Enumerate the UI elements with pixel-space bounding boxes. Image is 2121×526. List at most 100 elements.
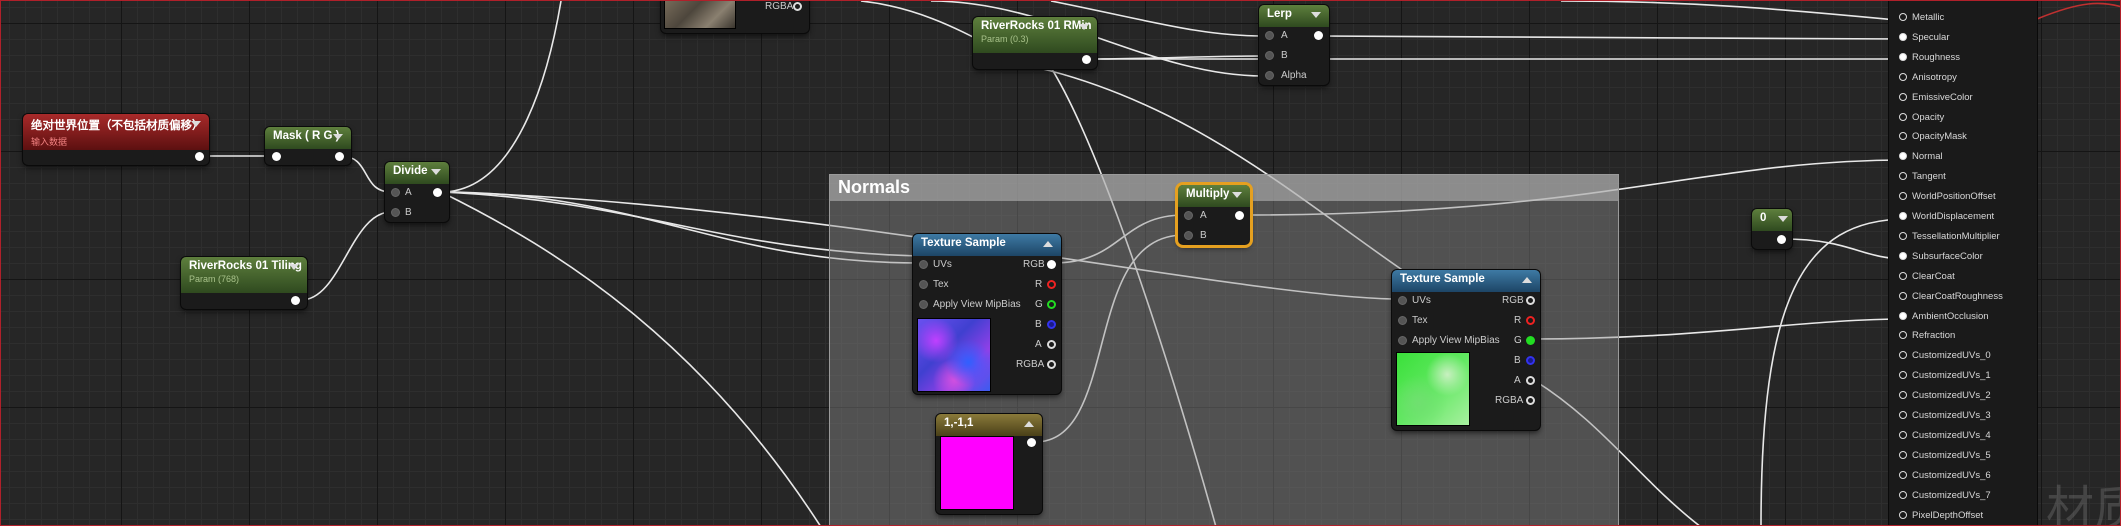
output-pin[interactable] <box>1777 235 1786 244</box>
node-header[interactable]: 绝对世界位置（不包括材质偏移） 输入数据 <box>23 114 209 150</box>
node-header[interactable]: Texture Sample <box>913 234 1061 256</box>
result-pin-row[interactable]: CustomizedUVs_5 <box>1899 450 1991 461</box>
result-pin-row[interactable]: PixelDepthOffset <box>1899 510 1983 521</box>
output-pin[interactable] <box>291 296 300 305</box>
divide-node[interactable]: Divide A B <box>385 162 449 222</box>
result-pin-row[interactable]: ClearCoat <box>1899 271 1955 282</box>
result-pin-row[interactable]: Normal <box>1899 151 1943 162</box>
output-pin[interactable] <box>335 152 344 161</box>
node-header[interactable]: Mask ( R G ) <box>265 127 351 149</box>
constant-vector-node[interactable]: 1,-1,1 <box>936 414 1042 514</box>
mask-rg-node[interactable]: Mask ( R G ) <box>265 127 351 165</box>
input-pin-icon[interactable] <box>1899 271 1907 280</box>
output-pin[interactable] <box>1235 211 1244 220</box>
result-pin-row[interactable]: AmbientOcclusion <box>1899 311 1989 322</box>
collapse-arrow-icon[interactable] <box>191 121 201 127</box>
tex-input-pin[interactable] <box>1398 316 1407 325</box>
result-pin-row[interactable]: CustomizedUVs_0 <box>1899 350 1991 361</box>
r-output-pin[interactable] <box>1047 280 1056 289</box>
collapse-arrow-icon[interactable] <box>1522 277 1532 283</box>
input-pin[interactable] <box>272 152 281 161</box>
output-pin[interactable] <box>195 152 204 161</box>
result-pin-row[interactable]: Opacity <box>1899 112 1944 123</box>
r-output-pin[interactable] <box>1526 316 1535 325</box>
input-pin-icon[interactable] <box>1899 251 1907 260</box>
result-pin-row[interactable]: CustomizedUVs_7 <box>1899 490 1991 501</box>
input-pin-icon[interactable] <box>1899 231 1907 240</box>
constant-zero-node[interactable]: 0 <box>1752 209 1792 249</box>
result-pin-row[interactable]: WorldPositionOffset <box>1899 191 1996 202</box>
collapse-arrow-icon[interactable] <box>1043 241 1053 247</box>
g-output-pin[interactable] <box>1047 300 1056 309</box>
input-pin-icon[interactable] <box>1899 351 1907 360</box>
input-pin-a[interactable] <box>1265 31 1274 40</box>
output-pin[interactable] <box>1027 438 1036 447</box>
result-pin-row[interactable]: Roughness <box>1899 52 1960 63</box>
rgb-output-pin[interactable] <box>1047 260 1056 269</box>
tex-input-pin[interactable] <box>919 280 928 289</box>
b-output-pin[interactable] <box>1526 356 1535 365</box>
a-output-pin[interactable] <box>1526 376 1535 385</box>
input-pin-icon[interactable] <box>1899 52 1907 61</box>
input-pin-icon[interactable] <box>1899 510 1907 519</box>
node-header[interactable]: Multiply <box>1178 185 1250 207</box>
collapse-arrow-icon[interactable] <box>431 169 441 175</box>
input-pin-alpha[interactable] <box>1265 71 1274 80</box>
multiply-node[interactable]: Multiply A B <box>1178 185 1250 245</box>
input-pin-icon[interactable] <box>1899 391 1907 400</box>
input-pin-icon[interactable] <box>1899 291 1907 300</box>
node-header[interactable]: Divide <box>385 162 449 184</box>
result-pin-row[interactable]: Anisotropy <box>1899 72 1957 83</box>
result-pin-row[interactable]: Tangent <box>1899 171 1946 182</box>
lerp-node[interactable]: Lerp A B Alpha <box>1259 5 1329 85</box>
rgb-output-pin[interactable] <box>1526 296 1535 305</box>
node-header[interactable]: 1,-1,1 <box>936 414 1042 436</box>
input-pin-icon[interactable] <box>1899 450 1907 459</box>
collapse-arrow-icon[interactable] <box>1024 421 1034 427</box>
uvs-input-pin[interactable] <box>919 260 928 269</box>
input-pin-icon[interactable] <box>1899 152 1907 161</box>
collapse-arrow-icon[interactable] <box>1311 12 1321 18</box>
texture-sample-normal-node[interactable]: Texture Sample UVs Tex Apply View MipBia… <box>913 234 1061 394</box>
b-output-pin[interactable] <box>1047 320 1056 329</box>
input-pin-icon[interactable] <box>1899 13 1907 21</box>
input-pin-icon[interactable] <box>1899 172 1907 181</box>
node-header[interactable]: Texture Sample <box>1392 270 1540 292</box>
node-header[interactable]: Lerp <box>1259 5 1329 27</box>
material-graph-canvas[interactable]: Normals RGBA 绝对世界位置（不包括材质偏移） 输入数据 Mask (… <box>0 0 2121 526</box>
rgba-output-pin[interactable] <box>1047 360 1056 369</box>
input-pin-icon[interactable] <box>1899 331 1907 340</box>
mipbias-input-pin[interactable] <box>919 300 928 309</box>
input-pin-icon[interactable] <box>1899 490 1907 499</box>
result-pin-row[interactable]: CustomizedUVs_4 <box>1899 430 1991 441</box>
result-pin-row[interactable]: Refraction <box>1899 330 1955 341</box>
input-pin-b[interactable] <box>1184 231 1193 240</box>
input-pin-icon[interactable] <box>1899 212 1907 220</box>
result-pin-row[interactable]: CustomizedUVs_6 <box>1899 470 1991 481</box>
output-pin[interactable] <box>433 188 442 197</box>
result-pin-row[interactable]: Specular <box>1899 32 1950 43</box>
collapse-arrow-icon[interactable] <box>333 134 343 140</box>
node-header[interactable]: RiverRocks 01 Tiling Param (768) <box>181 257 307 293</box>
riverrocks-tiling-param-node[interactable]: RiverRocks 01 Tiling Param (768) <box>181 257 307 309</box>
input-pin-icon[interactable] <box>1899 92 1907 101</box>
input-pin-b[interactable] <box>1265 51 1274 60</box>
result-pin-row[interactable]: CustomizedUVs_1 <box>1899 370 1991 381</box>
node-header[interactable]: RiverRocks 01 RMin Param (0.3) <box>973 17 1097 53</box>
input-pin-icon[interactable] <box>1899 311 1907 320</box>
result-pin-row[interactable]: OpacityMask <box>1899 131 1967 142</box>
texture-sample-top-node[interactable]: RGBA <box>661 1 809 33</box>
output-pin[interactable] <box>1082 55 1091 64</box>
riverrocks-rmin-param-node[interactable]: RiverRocks 01 RMin Param (0.3) <box>973 17 1097 69</box>
result-pin-row[interactable]: WorldDisplacement <box>1899 211 1994 222</box>
input-pin-b[interactable] <box>391 208 400 217</box>
node-header[interactable]: 0 <box>1752 209 1792 231</box>
input-pin-icon[interactable] <box>1899 32 1907 41</box>
result-pin-row[interactable]: CustomizedUVs_2 <box>1899 390 1991 401</box>
input-pin-icon[interactable] <box>1899 470 1907 479</box>
result-pin-row[interactable]: SubsurfaceColor <box>1899 251 1983 262</box>
result-pin-row[interactable]: TessellationMultiplier <box>1899 231 2000 242</box>
input-pin-icon[interactable] <box>1899 430 1907 439</box>
absolute-world-position-node[interactable]: 绝对世界位置（不包括材质偏移） 输入数据 <box>23 114 209 165</box>
input-pin-icon[interactable] <box>1899 72 1907 81</box>
